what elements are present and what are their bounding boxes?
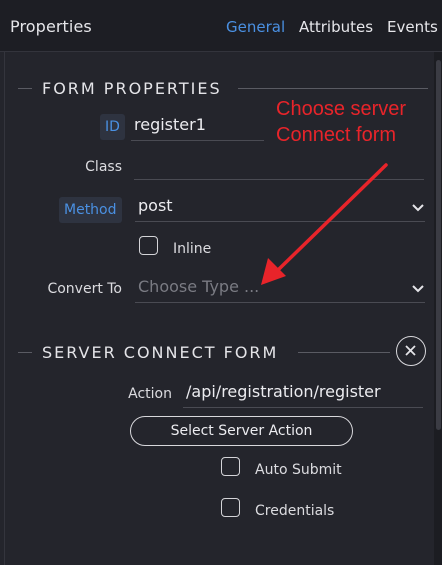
annotation-arrow [261, 163, 388, 285]
